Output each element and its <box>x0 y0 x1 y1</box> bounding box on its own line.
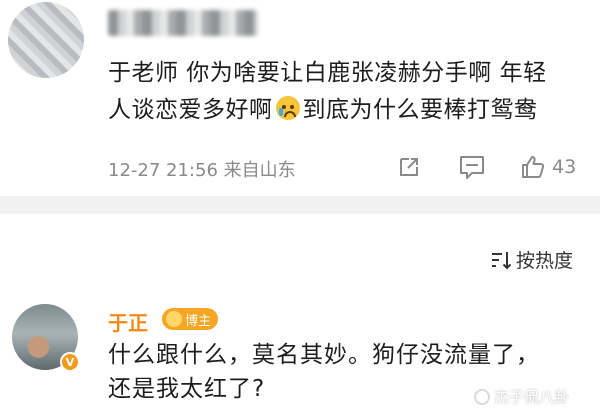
comment-line: 什么跟什么，莫名其妙。狗仔没流量了， <box>108 342 540 368</box>
username-blurred[interactable] <box>108 10 258 36</box>
share-button[interactable] <box>396 152 422 182</box>
verified-icon: V <box>60 352 80 372</box>
watermark: 杰子侃八卦 <box>474 386 569 407</box>
comment-item: 于老师 你为啥要让白鹿张凌赫分手啊 年轻 人谈恋爱多好啊 到底为什么要棒打鸳鸯 1… <box>0 0 600 196</box>
watermark-logo-icon <box>474 388 490 405</box>
badge-label: 博主 <box>185 313 212 329</box>
author-badge: 博主 <box>162 308 219 330</box>
share-icon <box>400 158 418 176</box>
watermark-text: 杰子侃八卦 <box>494 388 570 406</box>
sort-by-hot-button[interactable]: 按热度 <box>490 246 573 273</box>
comment-text-part: 人谈恋爱多好啊 <box>108 97 273 123</box>
comment-line: 人谈恋爱多好啊 到底为什么要棒打鸳鸯 <box>108 92 588 129</box>
reply-button[interactable] <box>458 152 486 182</box>
avatar[interactable] <box>8 2 84 78</box>
crown-icon <box>166 311 182 327</box>
like-count: 43 <box>552 156 577 178</box>
section-divider <box>0 196 600 214</box>
thumbs-up-icon <box>522 156 545 178</box>
comment-text: 于老师 你为啥要让白鹿张凌赫分手啊 年轻 人谈恋爱多好啊 到底为什么要棒打鸳鸯 <box>108 55 588 129</box>
comment-meta: 12-27 21:56 来自山东 <box>108 160 296 181</box>
like-button[interactable]: 43 <box>520 152 576 182</box>
comment-icon <box>460 156 484 179</box>
sort-icon <box>492 251 512 269</box>
author-name[interactable]: 于正 <box>108 307 148 336</box>
comment-line: 于老师 你为啥要让白鹿张凌赫分手啊 年轻 <box>108 60 547 86</box>
comment-text-part: 到底为什么要棒打鸳鸯 <box>302 97 538 123</box>
sort-label: 按热度 <box>516 250 574 272</box>
crying-emoji-icon <box>275 96 300 120</box>
